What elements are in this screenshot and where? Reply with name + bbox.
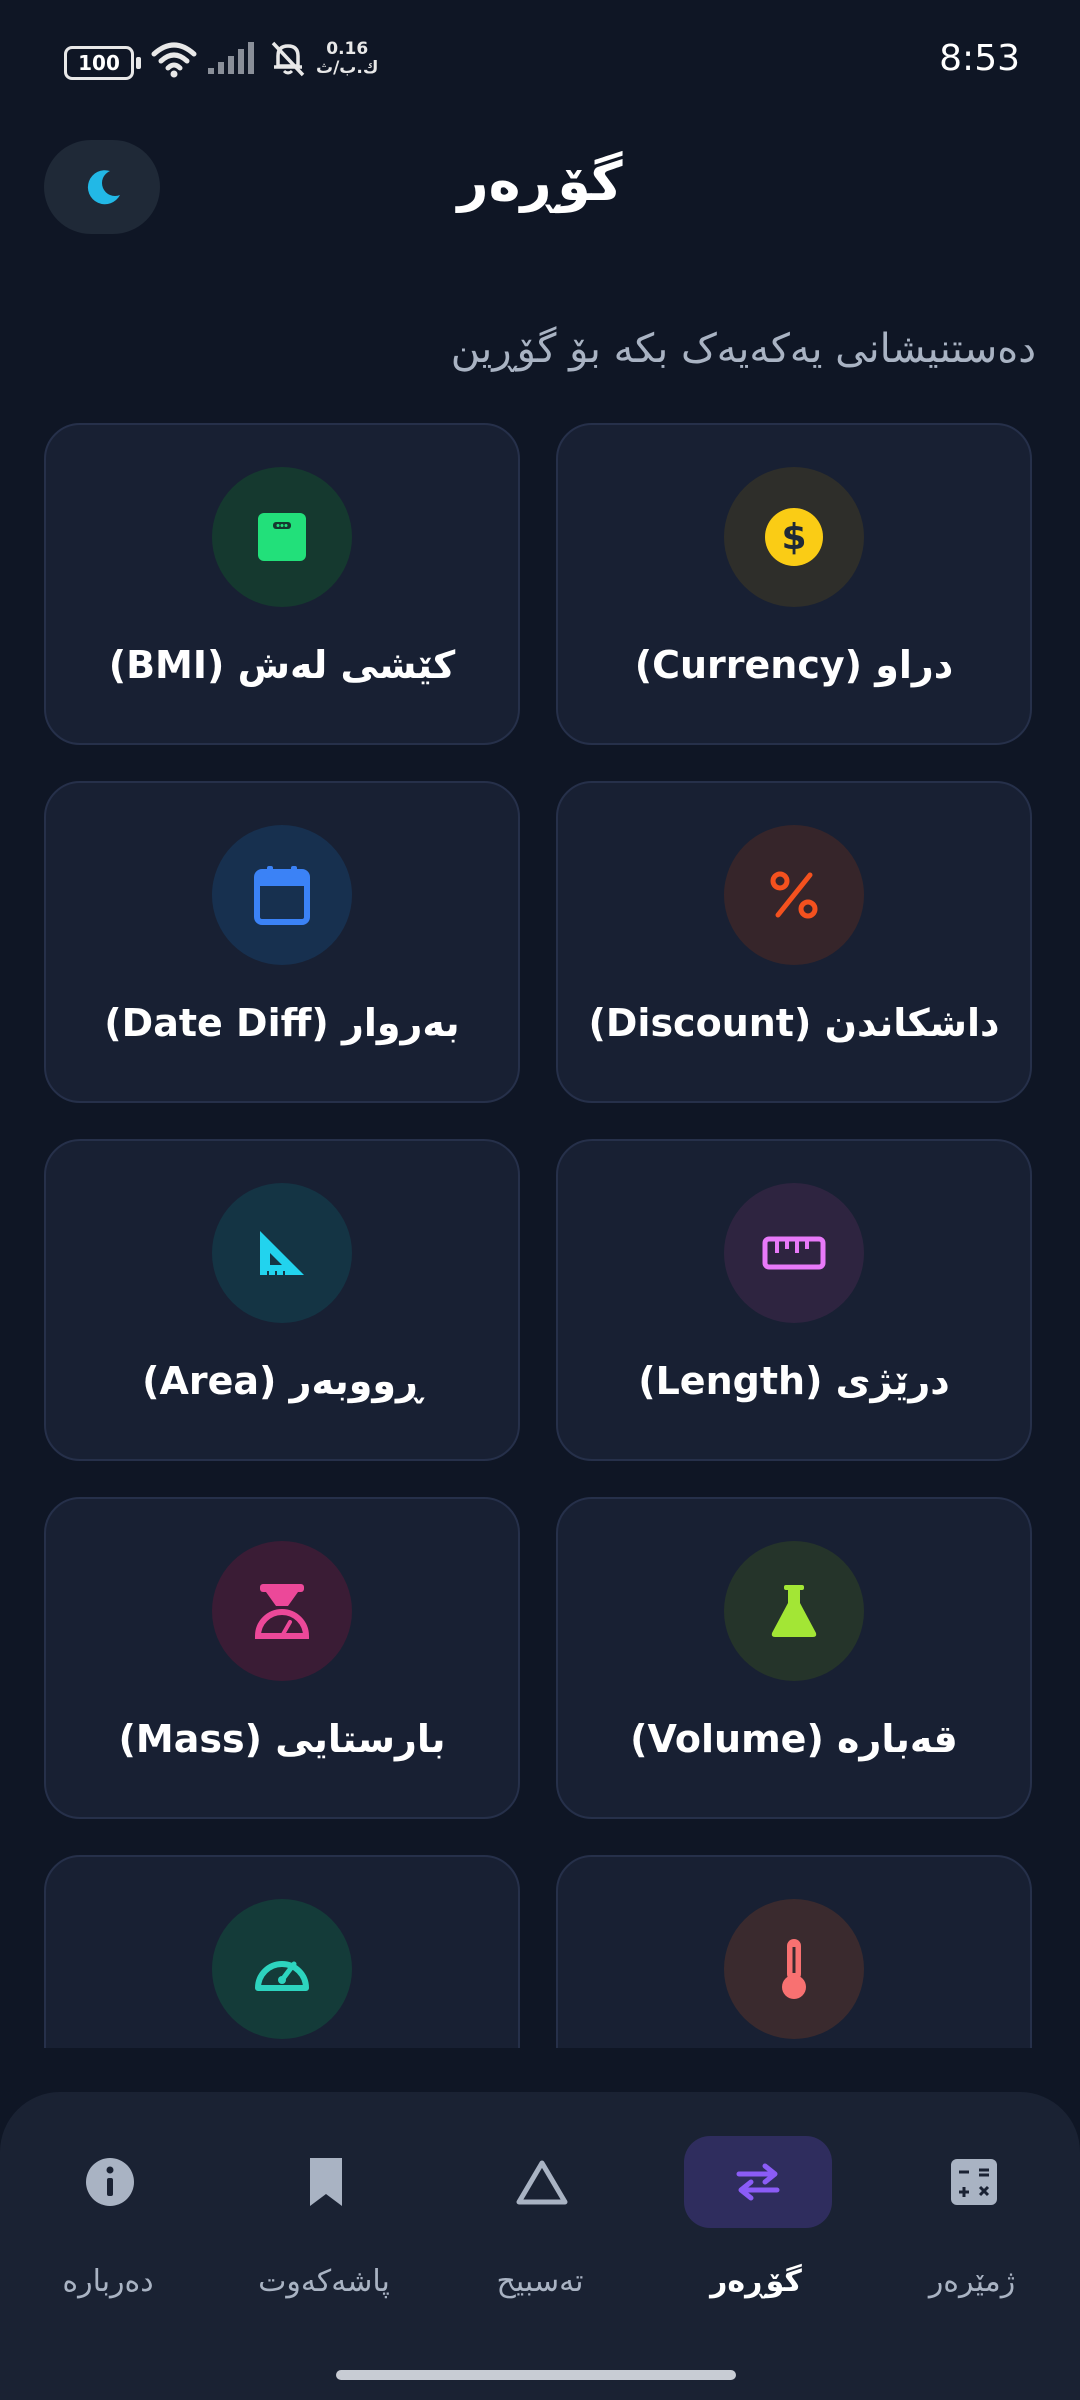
page-title: گۆڕەر bbox=[457, 150, 623, 213]
nav-label: گۆڕەر bbox=[710, 2264, 802, 2299]
converter-card-area[interactable]: ڕووبەر (Area) bbox=[44, 1139, 520, 1461]
swap-icon bbox=[736, 2163, 780, 2201]
area-icon-circle bbox=[212, 1183, 352, 1323]
converter-grid: $ دراو (Currency) کێشی لەش (BMI) داشکاند… bbox=[0, 420, 1080, 2048]
converter-label: دراو (Currency) bbox=[634, 643, 954, 687]
bell-muted-icon bbox=[271, 41, 305, 77]
bottom-navigation: دەربارە پاشەکەوت تەسبیح گۆڕەر ژمێرەر bbox=[0, 2092, 1080, 2400]
bmi-icon-circle bbox=[212, 467, 352, 607]
converter-card-date-diff[interactable]: بەروار (Date Diff) bbox=[44, 781, 520, 1103]
info-icon bbox=[86, 2158, 134, 2206]
converter-label: درێژی (Length) bbox=[638, 1359, 950, 1403]
nav-item-tasbih[interactable]: تەسبیح bbox=[440, 2136, 640, 2299]
nav-label: تەسبیح bbox=[496, 2264, 584, 2299]
bookmark-icon bbox=[310, 2158, 342, 2206]
nav-pill-active bbox=[684, 2136, 832, 2228]
status-bar: 100 0.16 ك.ب/ث 8:53 bbox=[0, 0, 1080, 120]
temperature-icon-circle bbox=[724, 1899, 864, 2039]
nav-label: ژمێرەر bbox=[928, 2264, 1016, 2299]
page-subtitle: دەستنیشانی یەکەیەک بکە بۆ گۆڕین bbox=[450, 326, 1036, 372]
converter-card-length[interactable]: درێژی (Length) bbox=[556, 1139, 1032, 1461]
nav-item-calculator[interactable]: ژمێرەر bbox=[872, 2136, 1072, 2299]
mass-icon-circle bbox=[212, 1541, 352, 1681]
converter-card-mass[interactable]: بارستایی (Mass) bbox=[44, 1497, 520, 1819]
converter-card-currency[interactable]: $ دراو (Currency) bbox=[556, 423, 1032, 745]
speed-icon-circle bbox=[212, 1899, 352, 2039]
converter-label: ڕووبەر (Area) bbox=[142, 1359, 422, 1403]
converter-card-speed[interactable] bbox=[44, 1855, 520, 2048]
battery-indicator: 100 bbox=[64, 46, 141, 80]
currency-icon-circle: $ bbox=[724, 467, 864, 607]
thermometer-icon bbox=[782, 1939, 806, 1999]
calculator-icon bbox=[951, 2159, 997, 2205]
converter-label: بارستایی (Mass) bbox=[118, 1717, 446, 1761]
volume-icon-circle bbox=[724, 1541, 864, 1681]
nav-pill bbox=[900, 2136, 1048, 2228]
discount-icon-circle bbox=[724, 825, 864, 965]
nav-pill bbox=[468, 2136, 616, 2228]
svg-text:$: $ bbox=[781, 517, 806, 558]
wifi-icon bbox=[151, 42, 197, 78]
nav-pill bbox=[252, 2136, 400, 2228]
converter-label: بەروار (Date Diff) bbox=[104, 1001, 460, 1045]
set-square-icon bbox=[260, 1231, 304, 1275]
dollar-icon: $ bbox=[765, 508, 823, 566]
converter-card-temperature[interactable] bbox=[556, 1855, 1032, 2048]
triangle-icon bbox=[516, 2160, 568, 2205]
percent-icon bbox=[770, 871, 818, 919]
home-indicator[interactable] bbox=[336, 2370, 736, 2380]
nav-label: دەربارە bbox=[62, 2264, 154, 2299]
ruler-icon bbox=[762, 1236, 826, 1270]
converter-card-bmi[interactable]: کێشی لەش (BMI) bbox=[44, 423, 520, 745]
date-icon-circle bbox=[212, 825, 352, 965]
nav-item-converter[interactable]: گۆڕەر bbox=[656, 2136, 856, 2299]
flask-icon bbox=[771, 1585, 817, 1637]
converter-label: کێشی لەش (BMI) bbox=[108, 643, 456, 687]
weighing-scale-icon bbox=[254, 1584, 310, 1639]
network-speed: 0.16 ك.ب/ث bbox=[316, 40, 378, 78]
nav-item-about[interactable]: دەربارە bbox=[8, 2136, 208, 2299]
nav-pill bbox=[36, 2136, 184, 2228]
converter-card-volume[interactable]: قەبارە (Volume) bbox=[556, 1497, 1032, 1819]
status-time: 8:53 bbox=[939, 38, 1020, 79]
network-speed-unit: ك.ب/ث bbox=[316, 58, 379, 78]
scale-icon bbox=[258, 513, 306, 561]
calendar-icon bbox=[254, 866, 310, 925]
nav-item-saved[interactable]: پاشەکەوت bbox=[224, 2136, 424, 2299]
converter-label: داشکاندن (Discount) bbox=[588, 1001, 1000, 1045]
length-icon-circle bbox=[724, 1183, 864, 1323]
network-speed-value: 0.16 bbox=[326, 39, 369, 59]
signal-icon bbox=[208, 42, 254, 74]
converter-label: قەبارە (Volume) bbox=[630, 1717, 958, 1761]
nav-label: پاشەکەوت bbox=[258, 2264, 390, 2299]
speedometer-icon bbox=[255, 1961, 309, 1991]
converter-card-discount[interactable]: داشکاندن (Discount) bbox=[556, 781, 1032, 1103]
